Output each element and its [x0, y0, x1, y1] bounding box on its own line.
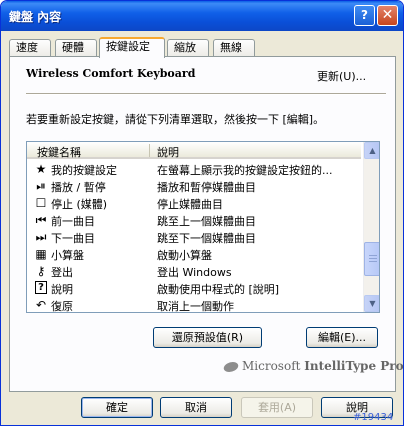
key-icon: ⚷ [36, 264, 46, 278]
vertical-scrollbar[interactable]: ▲ ▼ [363, 142, 379, 312]
column-header-description[interactable]: 說明 [157, 144, 179, 160]
calculator-icon: ▦ [35, 247, 47, 261]
watermark: #19434 [353, 412, 394, 423]
key-description: 啟動小算盤 [157, 249, 212, 262]
key-description: 播放和暫停媒體曲目 [157, 181, 256, 194]
key-description: 停止媒體曲目 [157, 198, 223, 211]
apply-button[interactable]: 套用(A) [241, 397, 313, 418]
previous-track-icon: ⏮ [35, 213, 47, 227]
chevron-up-icon: ▲ [369, 146, 376, 155]
key-name: 復原 [51, 300, 73, 313]
tab-wireless[interactable]: 無線 [213, 39, 255, 57]
key-description: 在螢幕上顯示我的按鍵設定按鈕的... [157, 164, 333, 177]
key-description: 啟動使用中程式的 [說明] [157, 283, 280, 296]
keyboard-name: Wireless Comfort Keyboard [26, 67, 196, 80]
key-description: 登出 Windows [157, 266, 232, 279]
divider [26, 93, 386, 95]
key-description: 跳至上一個媒體曲目 [157, 215, 256, 228]
ok-button[interactable]: 確定 [81, 397, 153, 418]
list-item[interactable]: ★ 我的按鍵設定 在螢幕上顯示我的按鍵設定按鈕的... [27, 161, 361, 178]
scroll-up-button[interactable]: ▲ [364, 142, 379, 159]
brand-product: IntelliType Pro [304, 359, 404, 373]
close-button[interactable]: ✕ [377, 5, 398, 26]
properties-window: 鍵盤 內容 ? ✕ 速度 硬體 按鍵設定 縮放 無線 Wireless Comf… [0, 0, 404, 426]
grip-line [369, 255, 377, 256]
key-name: 登出 [51, 266, 73, 279]
help-icon: ? [35, 281, 47, 294]
list-item[interactable]: ⏮ 前一曲目 跳至上一個媒體曲目 [27, 212, 361, 229]
list-item[interactable]: ⚷ 登出 登出 Windows [27, 263, 361, 280]
key-name: 說明 [51, 283, 73, 296]
key-name: 下一曲目 [51, 232, 95, 245]
tab-speed[interactable]: 速度 [9, 39, 51, 57]
list-item[interactable]: ☐ 停止 (媒體) 停止媒體曲目 [27, 195, 361, 212]
column-header-key-name[interactable]: 按鍵名稱 [37, 144, 81, 160]
edit-button[interactable]: 編輯(E)... [306, 327, 378, 348]
brand-prefix: Microsoft [242, 359, 301, 373]
key-description: 跳至下一個媒體曲目 [157, 232, 256, 245]
help-title-button[interactable]: ? [354, 5, 375, 26]
cancel-button[interactable]: 取消 [160, 397, 232, 418]
play-pause-icon: ⏯ [36, 179, 46, 193]
key-name: 前一曲目 [51, 215, 95, 228]
list-item[interactable]: ⏯ 播放 / 暫停 播放和暫停媒體曲目 [27, 178, 361, 195]
tab-hardware[interactable]: 硬體 [55, 39, 97, 57]
chevron-down-icon: ▼ [369, 299, 376, 308]
star-icon: ★ [35, 162, 47, 176]
list-header: 按鍵名稱 說明 [27, 142, 361, 159]
scroll-down-button[interactable]: ▼ [364, 295, 379, 312]
next-track-icon: ⏭ [35, 230, 47, 244]
list-item[interactable]: ↶ 復原 取消上一個動作 [27, 297, 361, 313]
key-name: 小算盤 [51, 249, 84, 262]
grip-line [369, 258, 377, 259]
stop-icon: ☐ [35, 196, 47, 210]
tab-key-settings[interactable]: 按鍵設定 [99, 37, 165, 58]
instruction-text: 若要重新設定按鍵，請從下列清單選取，然後按一下 [編輯]。 [26, 113, 325, 126]
column-separator[interactable] [149, 144, 150, 157]
key-name: 播放 / 暫停 [51, 181, 106, 194]
title-bar[interactable]: 鍵盤 內容 ? ✕ [1, 1, 403, 31]
key-description: 取消上一個動作 [157, 300, 234, 313]
window-title: 鍵盤 內容 [9, 10, 62, 24]
grip-line [369, 261, 377, 262]
restore-defaults-button[interactable]: 還原預設值(R) [153, 327, 262, 348]
key-name: 停止 (媒體) [51, 198, 108, 211]
key-list[interactable]: 按鍵名稱 說明 ★ 我的按鍵設定 在螢幕上顯示我的按鍵設定按鈕的... ⏯ 播放… [26, 141, 380, 313]
key-name: 我的按鍵設定 [51, 164, 117, 177]
microsoft-logo-icon [222, 361, 240, 372]
undo-icon: ↶ [35, 298, 47, 312]
intellitype-brand: Microsoft IntelliType Pro [222, 359, 404, 373]
list-item[interactable]: ⏭ 下一曲目 跳至下一個媒體曲目 [27, 229, 361, 246]
scroll-thumb[interactable] [364, 242, 379, 276]
list-item[interactable]: ▦ 小算盤 啟動小算盤 [27, 246, 361, 263]
list-item[interactable]: ? 說明 啟動使用中程式的 [說明] [27, 280, 361, 297]
key-settings-panel: Wireless Comfort Keyboard 更新(U)... 若要重新設… [9, 56, 403, 392]
update-link[interactable]: 更新(U)... [317, 68, 366, 84]
tab-zoom[interactable]: 縮放 [167, 39, 209, 57]
